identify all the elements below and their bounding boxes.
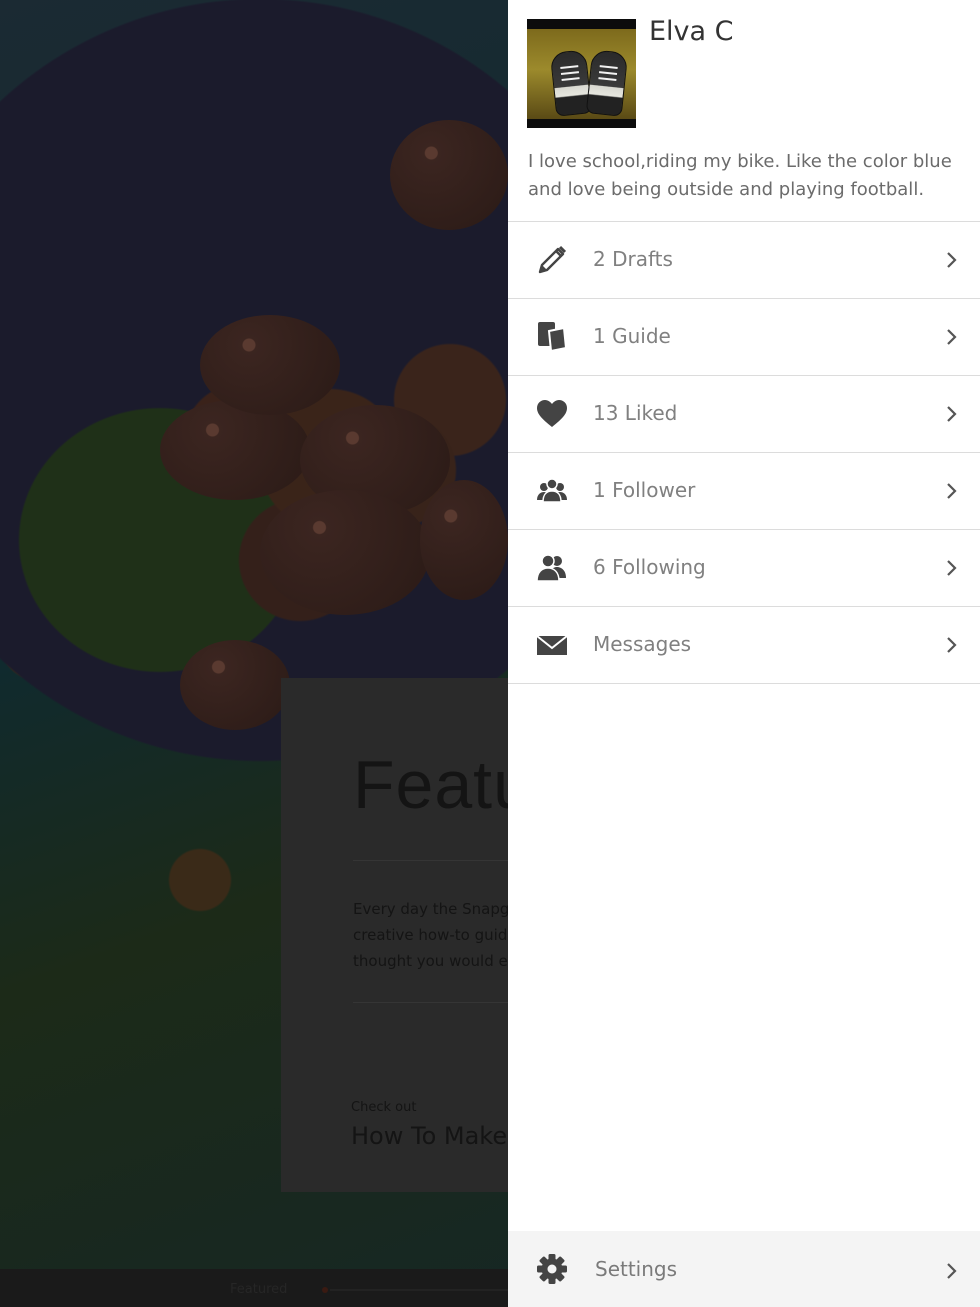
divider <box>353 860 508 861</box>
lace-detail <box>598 77 617 81</box>
menu-item-label: 1 Follower <box>593 478 696 502</box>
olive-image-detail <box>390 120 508 230</box>
featured-card[interactable]: Featu Every day the Snapg creative how-t… <box>281 678 508 1192</box>
profile-bio: I love school,riding my bike. Like the c… <box>528 151 952 200</box>
lace-detail <box>599 65 618 70</box>
check-out-link[interactable]: How To Make I <box>351 1122 508 1150</box>
settings-label: Settings <box>595 1257 678 1281</box>
olive-image-detail <box>160 400 310 500</box>
menu-item-label: 13 Liked <box>593 401 678 425</box>
menu-item-label: 2 Drafts <box>593 247 673 271</box>
chevron-right-icon <box>946 251 958 269</box>
profile-name: Elva C <box>649 16 734 47</box>
lace-detail <box>560 65 579 70</box>
guide-cards-icon <box>536 321 568 353</box>
lace-detail <box>598 71 618 75</box>
chevron-right-icon <box>946 1262 958 1280</box>
menu-item-liked[interactable]: 13 Liked <box>508 376 980 453</box>
envelope-icon <box>536 629 568 661</box>
menu-item-label: 6 Following <box>593 555 706 579</box>
menu-item-label: Messages <box>593 632 692 656</box>
page-indicator-track <box>330 1289 508 1291</box>
shoes-photo-avatar <box>527 29 636 119</box>
settings-button[interactable]: Settings <box>508 1231 980 1307</box>
avatar[interactable] <box>527 19 636 128</box>
pencil-icon <box>536 244 568 276</box>
chevron-right-icon <box>946 328 958 346</box>
featured-description: Every day the Snapg creative how-to guid… <box>353 900 508 970</box>
menu-item-guides[interactable]: 1 Guide <box>508 299 980 376</box>
menu-item-messages[interactable]: Messages <box>508 607 980 684</box>
profile-header: Elva C I love school,riding my bike. Lik… <box>508 0 980 222</box>
olive-image-detail <box>260 490 430 615</box>
divider <box>353 1002 508 1003</box>
menu-item-followers[interactable]: 1 Follower <box>508 453 980 530</box>
heart-icon <box>536 398 568 430</box>
olive-image-detail <box>420 480 508 600</box>
bottom-tab-bar: Featured <box>0 1269 508 1307</box>
lace-detail <box>561 77 580 81</box>
check-out-label: Check out <box>351 1100 417 1115</box>
profile-drawer: Elva C I love school,riding my bike. Lik… <box>508 0 980 1307</box>
olive-image-detail <box>180 640 290 730</box>
menu-item-following[interactable]: 6 Following <box>508 530 980 607</box>
following-icon <box>536 552 568 584</box>
chevron-right-icon <box>946 559 958 577</box>
shoe-detail <box>585 49 629 117</box>
chevron-right-icon <box>946 482 958 500</box>
menu-item-drafts[interactable]: 2 Drafts <box>508 222 980 299</box>
menu-item-label: 1 Guide <box>593 324 671 348</box>
chevron-right-icon <box>946 405 958 423</box>
featured-title: Featu <box>353 747 508 823</box>
page-indicator-dot <box>322 1287 328 1293</box>
followers-icon <box>536 475 568 507</box>
olive-image-detail <box>200 315 340 415</box>
chevron-right-icon <box>946 636 958 654</box>
gear-icon <box>536 1253 568 1285</box>
tab-featured[interactable]: Featured <box>230 1282 287 1297</box>
lace-detail <box>560 71 580 75</box>
